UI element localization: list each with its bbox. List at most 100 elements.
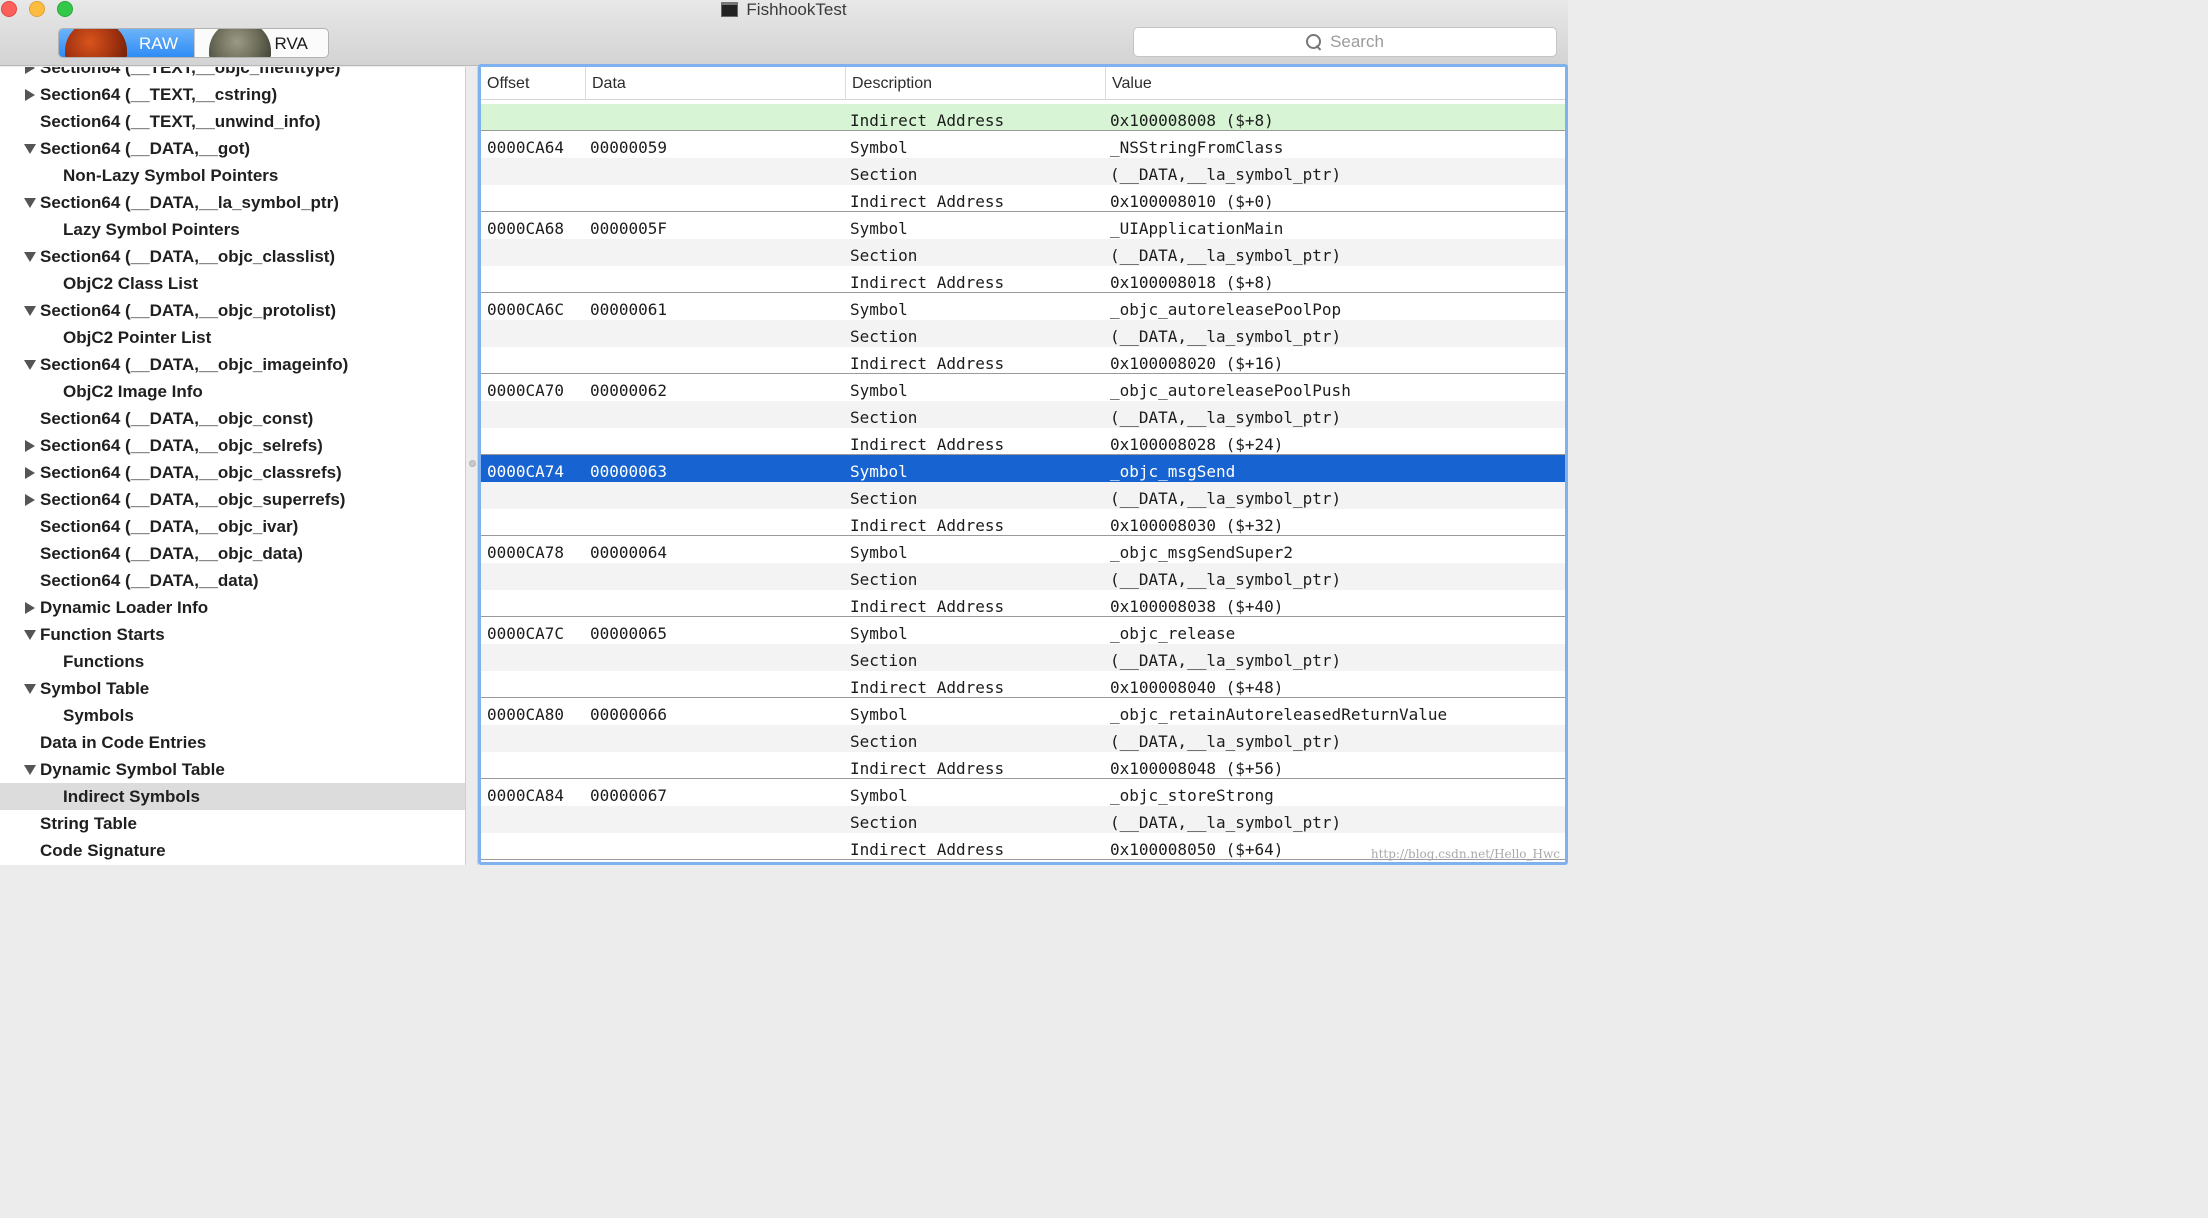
sidebar-item[interactable]: Section64 (__DATA,__objc_data): [0, 540, 465, 567]
address-mode-segmented-control: RAW RVA: [58, 28, 329, 58]
disclosure-triangle-open-icon[interactable]: [24, 306, 36, 316]
sidebar-item[interactable]: Section64 (__DATA,__la_symbol_ptr): [0, 189, 465, 216]
disclosure-triangle-open-icon[interactable]: [24, 252, 36, 262]
divider-handle[interactable]: [469, 460, 476, 467]
rva-mode-button[interactable]: RVA: [193, 29, 329, 57]
disclosure-triangle-open-icon[interactable]: [24, 765, 36, 775]
table-row[interactable]: 0000CA80 00000066 Symbol _objc_retainAutore…: [481, 698, 1565, 725]
sidebar-item[interactable]: Data in Code Entries: [0, 729, 465, 756]
search-field[interactable]: Search: [1133, 27, 1557, 57]
disclosure-triangle-closed-icon[interactable]: [25, 89, 35, 101]
sidebar-item[interactable]: Symbols: [0, 702, 465, 729]
sidebar-item[interactable]: Section64 (__DATA,__objc_protolist): [0, 297, 465, 324]
table-row[interactable]: Indirect Address 0x100008018 ($+8): [481, 266, 1565, 293]
description-cell: Indirect Address: [850, 840, 1005, 859]
sidebar-item[interactable]: Dynamic Symbol Table: [0, 756, 465, 783]
table-row[interactable]: Section (__DATA,__la_symbol_ptr): [481, 563, 1565, 590]
column-header-value[interactable]: Value: [1105, 67, 1565, 100]
sidebar-item-label: Functions: [63, 652, 145, 671]
disclosure-triangle-closed-icon[interactable]: [25, 467, 35, 479]
sidebar-item[interactable]: Section64 (__DATA,__objc_classlist): [0, 243, 465, 270]
table-row[interactable]: Section (__DATA,__la_symbol_ptr): [481, 401, 1565, 428]
sidebar-item-label: Section64 (__DATA,__objc_data): [40, 544, 303, 563]
table-row[interactable]: 0000CA78 00000064 Symbol _objc_msgSendSuper…: [481, 536, 1565, 563]
sidebar-item[interactable]: Section64 (__DATA,__objc_imageinfo): [0, 351, 465, 378]
sidebar-item-label: ObjC2 Class List: [63, 274, 199, 293]
disclosure-triangle-open-icon[interactable]: [24, 360, 36, 370]
sidebar-item[interactable]: Section64 (__DATA,__objc_classrefs): [0, 459, 465, 486]
table-row[interactable]: 0000CA74 00000063 Symbol _objc_msgSend: [481, 455, 1565, 482]
table-row[interactable]: 0000CA64 00000059 Symbol _NSStringFromClass: [481, 131, 1565, 158]
table-row[interactable]: Indirect Address 0x100008038 ($+40): [481, 590, 1565, 617]
sidebar-item-label: Section64 (__DATA,__objc_ivar): [40, 517, 299, 536]
sidebar-item[interactable]: Section64 (__DATA,__objc_const): [0, 405, 465, 432]
table-row[interactable]: Section (__DATA,__la_symbol_ptr): [481, 806, 1565, 833]
table-row[interactable]: Section (__DATA,__la_symbol_ptr): [481, 725, 1565, 752]
sidebar-item-label: Section64 (__DATA,__objc_classrefs): [40, 463, 342, 482]
sidebar-item-label: Function Starts: [40, 625, 165, 644]
sidebar-item[interactable]: Dynamic Loader Info: [0, 594, 465, 621]
table-row[interactable]: Indirect Address 0x100008008 ($+8): [481, 104, 1565, 131]
disclosure-triangle-open-icon[interactable]: [24, 144, 36, 154]
sidebar-item[interactable]: Non-Lazy Symbol Pointers: [0, 162, 465, 189]
split-view-divider[interactable]: [466, 67, 478, 865]
sidebar-item-label: ObjC2 Image Info: [63, 382, 203, 401]
sidebar-item[interactable]: ObjC2 Pointer List: [0, 324, 465, 351]
disclosure-triangle-closed-icon[interactable]: [25, 67, 35, 74]
sidebar-item[interactable]: Section64 (__DATA,__objc_superrefs): [0, 486, 465, 513]
sidebar-item[interactable]: Code Signature: [0, 837, 465, 864]
disclosure-triangle-closed-icon[interactable]: [25, 494, 35, 506]
table-row[interactable]: Indirect Address 0x100008020 ($+16): [481, 347, 1565, 374]
table-row[interactable]: Section (__DATA,__la_symbol_ptr): [481, 644, 1565, 671]
sidebar-item[interactable]: Section64 (__TEXT,__objc_methtype): [0, 67, 465, 81]
raw-mode-button[interactable]: RAW: [59, 29, 194, 57]
sidebar-item[interactable]: Section64 (__DATA,__data): [0, 567, 465, 594]
disclosure-triangle-open-icon[interactable]: [24, 630, 36, 640]
table-row[interactable]: Indirect Address 0x100008040 ($+48): [481, 671, 1565, 698]
disclosure-triangle-closed-icon[interactable]: [25, 440, 35, 452]
table-row[interactable]: Section (__DATA,__la_symbol_ptr): [481, 482, 1565, 509]
sidebar-item-label: Section64 (__DATA,__data): [40, 571, 259, 590]
column-header-offset[interactable]: Offset: [481, 67, 585, 100]
window-title-text: FishhookTest: [746, 0, 847, 19]
table-row[interactable]: Indirect Address 0x100008048 ($+56): [481, 752, 1565, 779]
table-row[interactable]: 0000CA68 0000005F Symbol _UIApplicationMain: [481, 212, 1565, 239]
table-row[interactable]: Indirect Address 0x100008030 ($+32): [481, 509, 1565, 536]
table-row[interactable]: Section (__DATA,__la_symbol_ptr): [481, 320, 1565, 347]
table-row[interactable]: Section (__DATA,__la_symbol_ptr): [481, 158, 1565, 185]
table-row[interactable]: 0000CA7C 00000065 Symbol _objc_release: [481, 617, 1565, 644]
sidebar-item[interactable]: ObjC2 Image Info: [0, 378, 465, 405]
sidebar-item-label: Dynamic Symbol Table: [40, 760, 225, 779]
sidebar-item[interactable]: Section64 (__DATA,__objc_ivar): [0, 513, 465, 540]
sidebar-item[interactable]: Section64 (__TEXT,__cstring): [0, 81, 465, 108]
sidebar-item-label: Non-Lazy Symbol Pointers: [63, 166, 279, 185]
table-row[interactable]: 0000CA6C 00000061 Symbol _objc_autoreleaseP…: [481, 293, 1565, 320]
sidebar-item-label: Section64 (__DATA,__objc_protolist): [40, 301, 336, 320]
table-row[interactable]: Section (__DATA,__la_symbol_ptr): [481, 239, 1565, 266]
disclosure-triangle-open-icon[interactable]: [24, 198, 36, 208]
sidebar-item[interactable]: ObjC2 Class List: [0, 270, 465, 297]
sidebar-item[interactable]: Lazy Symbol Pointers: [0, 216, 465, 243]
sidebar-item-label: Code Signature: [40, 841, 166, 860]
sidebar-item[interactable]: Indirect Symbols: [0, 783, 465, 810]
column-header-data[interactable]: Data: [585, 67, 845, 100]
disclosure-triangle-open-icon[interactable]: [24, 684, 36, 694]
sidebar-item[interactable]: Section64 (__TEXT,__unwind_info): [0, 108, 465, 135]
sidebar-item[interactable]: Functions: [0, 648, 465, 675]
table-row[interactable]: Indirect Address 0x100008010 ($+0): [481, 185, 1565, 212]
sidebar-item[interactable]: Section64 (__DATA,__got): [0, 135, 465, 162]
sidebar-item-label: ObjC2 Pointer List: [63, 328, 212, 347]
raw-mode-image-icon: [65, 29, 127, 57]
column-header-description[interactable]: Description: [845, 67, 1105, 100]
window-title: FishhookTest: [0, 0, 1568, 20]
table-row[interactable]: 0000CA84 00000067 Symbol _objc_storeStrong: [481, 779, 1565, 806]
sidebar-item-label: Section64 (__DATA,__la_symbol_ptr): [40, 193, 339, 212]
disclosure-triangle-closed-icon[interactable]: [25, 602, 35, 614]
sidebar-item[interactable]: Function Starts: [0, 621, 465, 648]
sidebar-item-label: Indirect Symbols: [63, 787, 200, 806]
table-row[interactable]: 0000CA70 00000062 Symbol _objc_autoreleaseP…: [481, 374, 1565, 401]
table-row[interactable]: Indirect Address 0x100008028 ($+24): [481, 428, 1565, 455]
sidebar-item[interactable]: Symbol Table: [0, 675, 465, 702]
sidebar-item[interactable]: String Table: [0, 810, 465, 837]
sidebar-item[interactable]: Section64 (__DATA,__objc_selrefs): [0, 432, 465, 459]
